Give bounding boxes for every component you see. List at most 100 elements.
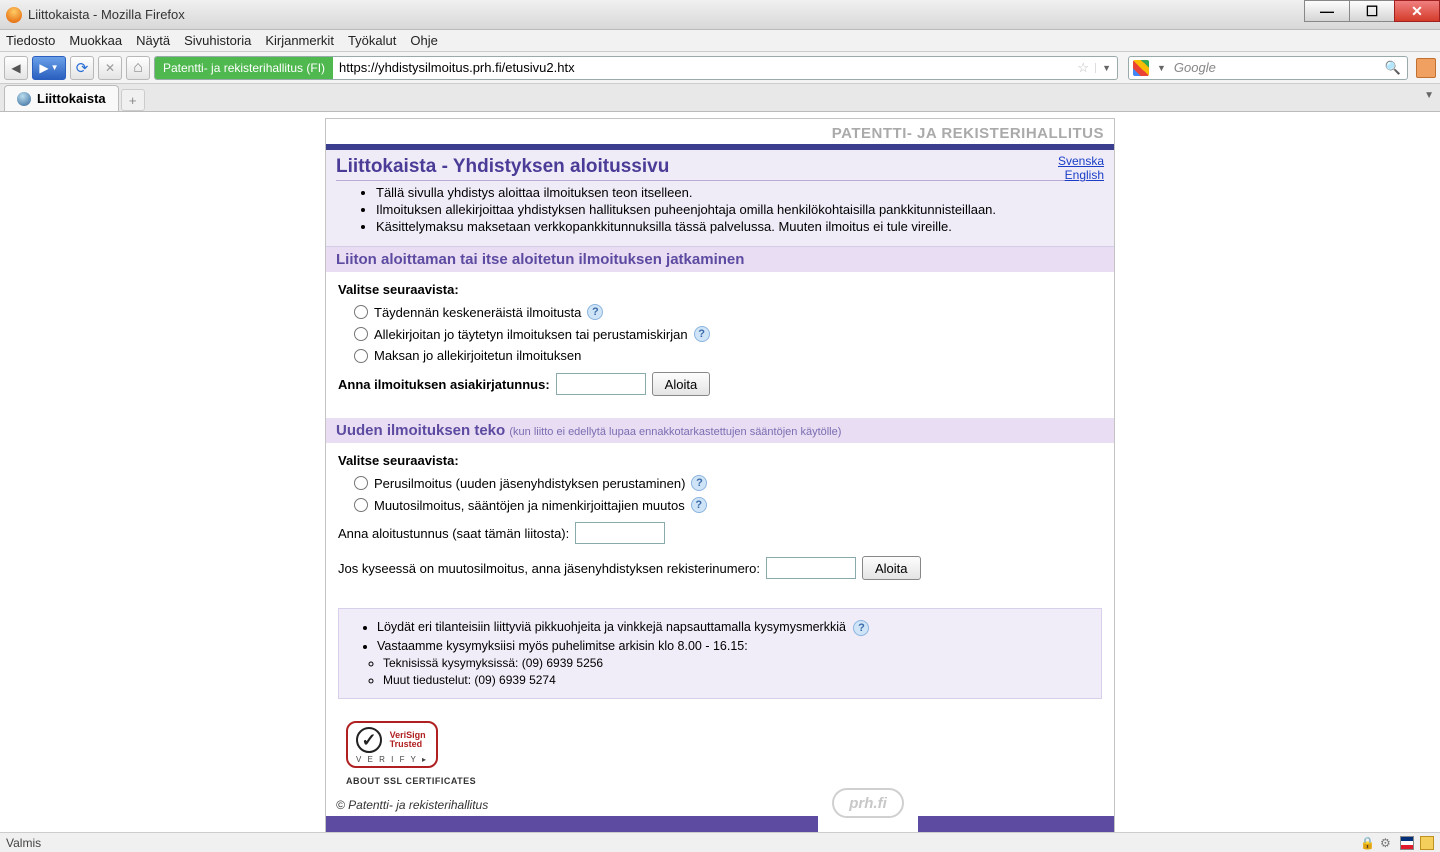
maximize-button[interactable] — [1349, 0, 1395, 22]
verisign-verify-label: V E R I F Y ▸ — [356, 755, 428, 764]
url-bar[interactable]: Patentti- ja rekisterihallitus (FI) http… — [154, 56, 1118, 80]
language-links: Svenska English — [1058, 154, 1104, 182]
checkmark-icon: ✓ — [356, 727, 382, 753]
tab-list-dropdown-icon[interactable]: ▼ — [1424, 90, 1434, 101]
agency-header: PATENTTI- JA REKISTERIHALLITUS — [326, 119, 1114, 144]
back-button[interactable] — [4, 56, 28, 80]
radio-sign-filled[interactable] — [354, 327, 368, 341]
tab-strip: Liittokaista + ▼ — [0, 84, 1440, 112]
tab-active[interactable]: Liittokaista — [4, 85, 119, 111]
section2-prompt: Valitse seuraavista: — [338, 453, 1102, 468]
section1-heading: Liiton aloittaman tai itse aloitetun ilm… — [326, 247, 1114, 272]
lang-swedish-link[interactable]: Svenska — [1058, 154, 1104, 168]
info-box: Löydät eri tilanteisiin liittyviä pikkuo… — [338, 608, 1102, 699]
reg-number-label: Jos kyseessä on muutosilmoitus, anna jäs… — [338, 561, 760, 576]
reload-button[interactable] — [70, 56, 94, 80]
globe-icon — [17, 92, 31, 106]
radio-pay-signed[interactable] — [354, 349, 368, 363]
radio-basic-notice[interactable] — [354, 476, 368, 490]
footer-gap — [818, 816, 918, 832]
section1-prompt: Valitse seuraavista: — [338, 282, 1102, 297]
info-subline: Teknisissä kysymyksissä: (09) 6939 5256 — [383, 656, 1087, 670]
start-button-2[interactable]: Aloita — [862, 556, 921, 580]
tab-label: Liittokaista — [37, 91, 106, 106]
menu-help[interactable]: Ohje — [410, 33, 437, 48]
home-button[interactable] — [126, 56, 150, 80]
url-text[interactable]: https://yhdistysilmoitus.prh.fi/etusivu2… — [333, 60, 1071, 75]
radio-label: Allekirjoitan jo täytetyn ilmoituksen ta… — [374, 327, 688, 342]
menu-bookmarks[interactable]: Kirjanmerkit — [265, 33, 334, 48]
radio-label: Muutosilmoitus, sääntöjen ja nimenkirjoi… — [374, 498, 685, 513]
menu-history[interactable]: Sivuhistoria — [184, 33, 251, 48]
help-icon[interactable]: ? — [587, 304, 603, 320]
notes-icon[interactable] — [1420, 836, 1434, 850]
menu-bar: Tiedosto Muokkaa Näytä Sivuhistoria Kirj… — [0, 30, 1440, 52]
page-title: Liittokaista - Yhdistyksen aloitussivu — [336, 156, 1104, 181]
menu-edit[interactable]: Muokkaa — [69, 33, 122, 48]
intro-section: Svenska English Liittokaista - Yhdistyks… — [326, 150, 1114, 247]
site-identity-badge[interactable]: Patentti- ja rekisterihallitus (FI) — [155, 57, 333, 79]
nav-toolbar: ▶ Patentti- ja rekisterihallitus (FI) ht… — [0, 52, 1440, 84]
search-engine-dropdown-icon[interactable]: ▼ — [1153, 63, 1170, 73]
intro-bullet: Käsittelymaksu maksetaan verkkopankkitun… — [376, 219, 1104, 234]
doc-id-label: Anna ilmoituksen asiakirjatunnus: — [338, 377, 550, 392]
doc-id-input[interactable] — [556, 373, 646, 395]
menu-tools[interactable]: Työkalut — [348, 33, 396, 48]
flag-icon[interactable] — [1400, 836, 1414, 850]
menu-file[interactable]: Tiedosto — [6, 33, 55, 48]
copyright-row: © Patentti- ja rekisterihallitus prh.fi — [326, 792, 1114, 816]
verisign-area: ✓ VeriSignTrusted V E R I F Y ▸ ABOUT SS… — [326, 711, 1114, 792]
info-subline: Muut tiedustelut: (09) 6939 5274 — [383, 673, 1087, 687]
stop-button[interactable] — [98, 56, 122, 80]
help-icon[interactable]: ? — [691, 475, 707, 491]
radio-change-notice[interactable] — [354, 498, 368, 512]
window-controls — [1305, 0, 1440, 22]
close-button[interactable] — [1394, 0, 1440, 22]
gear-icon[interactable]: ⚙ — [1380, 836, 1394, 850]
intro-bullet: Ilmoituksen allekirjoittaa yhdistyksen h… — [376, 202, 1104, 217]
radio-label: Perusilmoitus (uuden jäsenyhdistyksen pe… — [374, 476, 685, 491]
radio-complete-draft[interactable] — [354, 305, 368, 319]
prh-logo[interactable]: prh.fi — [832, 788, 904, 818]
status-bar: Valmis 🔒 ⚙ — [0, 832, 1440, 852]
info-line: Löydät eri tilanteisiin liittyviä pikkuo… — [377, 620, 1087, 636]
section1-body: Valitse seuraavista: Täydennän keskenerä… — [326, 272, 1114, 418]
search-bar[interactable]: ▼ Google 🔍 — [1128, 56, 1408, 80]
status-icons: 🔒 ⚙ — [1360, 836, 1434, 850]
new-tab-button[interactable]: + — [121, 89, 145, 111]
window-title: Liittokaista - Mozilla Firefox — [28, 7, 185, 22]
help-icon[interactable]: ? — [691, 497, 707, 513]
lang-english-link[interactable]: English — [1058, 168, 1104, 182]
about-ssl-link[interactable]: ABOUT SSL CERTIFICATES — [346, 776, 1094, 786]
status-text: Valmis — [6, 836, 41, 850]
section2-heading: Uuden ilmoituksen teko (kun liitto ei ed… — [326, 418, 1114, 443]
verisign-text: VeriSignTrusted — [390, 731, 426, 749]
url-dropdown-icon[interactable]: ▼ — [1095, 63, 1117, 73]
section2-body: Valitse seuraavista: Perusilmoitus (uude… — [326, 443, 1114, 602]
verisign-badge[interactable]: ✓ VeriSignTrusted V E R I F Y ▸ — [346, 721, 438, 768]
info-line: Vastaamme kysymyksiisi myös puhelimitse … — [377, 639, 1087, 653]
copyright-text: © Patentti- ja rekisterihallitus — [336, 798, 488, 812]
reg-number-input[interactable] — [766, 557, 856, 579]
toolbar-addon-icon[interactable] — [1416, 58, 1436, 78]
radio-label: Täydennän keskeneräistä ilmoitusta — [374, 305, 581, 320]
radio-label: Maksan jo allekirjoitetun ilmoituksen — [374, 348, 581, 363]
minimize-button[interactable] — [1304, 0, 1350, 22]
lock-icon: 🔒 — [1360, 836, 1374, 850]
start-code-label: Anna aloitustunnus (saat tämän liitosta)… — [338, 526, 569, 541]
bookmark-star-icon[interactable]: ☆ — [1071, 60, 1095, 76]
start-button-1[interactable]: Aloita — [652, 372, 711, 396]
search-icon[interactable]: 🔍 — [1379, 60, 1407, 76]
forward-dropdown-button[interactable]: ▶ — [32, 56, 66, 80]
google-icon — [1133, 60, 1149, 76]
help-icon[interactable]: ? — [853, 620, 869, 636]
help-icon[interactable]: ? — [694, 326, 710, 342]
browser-viewport: PATENTTI- JA REKISTERIHALLITUS Svenska E… — [0, 112, 1440, 832]
start-code-input[interactable] — [575, 522, 665, 544]
intro-bullet: Tällä sivulla yhdistys aloittaa ilmoituk… — [376, 185, 1104, 200]
menu-view[interactable]: Näytä — [136, 33, 170, 48]
footer-bar — [326, 816, 1114, 832]
window-titlebar: Liittokaista - Mozilla Firefox — [0, 0, 1440, 30]
section2-subheading: (kun liitto ei edellytä lupaa ennakkotar… — [509, 426, 841, 438]
search-placeholder[interactable]: Google — [1170, 60, 1379, 75]
